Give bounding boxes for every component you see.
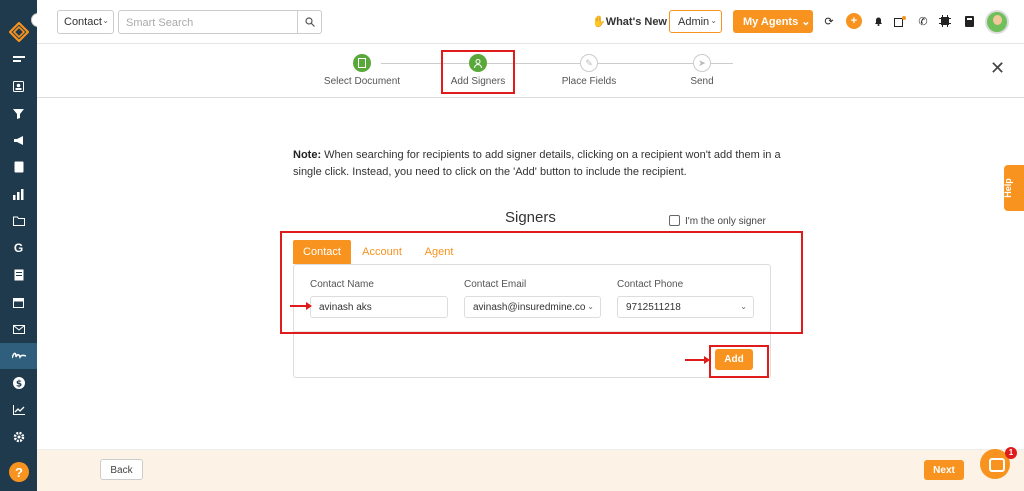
settings-icon[interactable] [0,424,37,450]
search-icon [304,17,315,27]
chevron-down-icon: ⌄ [102,16,109,25]
sidebar: G $ ? [0,0,37,491]
only-signer-checkbox[interactable]: I'm the only signer [669,215,766,227]
annotation-box [280,231,803,334]
search-input[interactable]: Smart Search [118,10,298,34]
signer-note: Note: When searching for recipients to a… [293,147,783,181]
send-icon: ➤ [693,54,711,72]
annotation-box [441,50,515,94]
calendar-icon[interactable] [0,289,37,315]
my-agents-label: My Agents [743,16,799,28]
funnel-icon[interactable] [0,100,37,126]
menu-icon[interactable] [0,47,37,73]
edit-icon: ✎ [580,54,598,72]
google-icon[interactable]: G [0,235,37,261]
role-select[interactable]: Admin ⌄ [669,10,722,33]
tasks-icon[interactable] [892,13,908,29]
signing-stepper: Select Document Add Signers ✎ Place Fiel… [37,44,1024,98]
folder-icon[interactable] [0,208,37,234]
bar-chart-icon[interactable] [0,181,37,207]
hand-icon: ✋ [592,16,606,28]
document-icon [353,54,371,72]
sync-icon[interactable]: ⟳ [821,13,837,29]
annotation-box [709,345,769,378]
note-prefix: Note: [293,149,322,161]
whats-new-link[interactable]: ✋What's New [592,15,667,28]
entity-select[interactable]: Contact ⌄ [57,10,114,34]
top-bar: Contact ⌄ Smart Search ✋What's New Admin… [37,0,1024,44]
signature-icon[interactable] [0,343,37,369]
mail-icon[interactable] [0,316,37,342]
contacts-icon[interactable] [0,73,37,99]
bell-icon[interactable] [870,13,886,29]
step-label: Place Fields [561,76,617,87]
list-icon[interactable] [0,262,37,288]
step-label: Send [690,76,714,87]
ai-chip-icon[interactable] [937,13,953,29]
step-select-document[interactable]: Select Document [302,54,422,87]
role-select-value: Admin [678,16,710,28]
svg-text:$: $ [15,380,21,390]
close-icon[interactable]: ✕ [990,58,1005,79]
next-button[interactable]: Next [924,460,964,480]
dollar-icon[interactable]: $ [0,370,37,396]
add-icon[interactable]: + [846,13,862,29]
document-icon[interactable] [0,154,37,180]
phone-icon[interactable]: ✆ [915,13,931,29]
search-placeholder: Smart Search [126,17,194,29]
search-button[interactable] [298,10,322,34]
help-icon[interactable]: ? [9,462,29,482]
my-agents-button[interactable]: My Agents ⌄ [733,10,813,33]
checkbox-icon [669,215,680,226]
trend-chart-icon[interactable] [0,397,37,423]
whats-new-label: What's New [605,16,667,28]
chat-badge: 1 [1005,447,1017,459]
annotation-arrow [685,356,710,364]
step-send[interactable]: ➤ Send [642,54,762,87]
chevron-down-icon: ⌄ [710,16,717,25]
note-text: When searching for recipients to add sig… [293,149,781,178]
footer-bar [37,449,1024,491]
only-signer-label: I'm the only signer [685,216,766,227]
megaphone-icon[interactable] [0,127,37,153]
entity-select-value: Contact [64,16,102,28]
back-button[interactable]: Back [100,459,143,480]
help-tab-label: Help [1002,178,1013,198]
step-label: Select Document [323,76,401,87]
step-place-fields[interactable]: ✎ Place Fields [529,54,649,87]
help-side-tab[interactable]: Help [1002,165,1024,211]
app-logo[interactable] [9,22,29,42]
calculator-icon[interactable] [961,13,977,29]
annotation-arrow [290,302,312,310]
avatar[interactable] [985,10,1009,34]
signers-title: Signers [505,209,556,226]
